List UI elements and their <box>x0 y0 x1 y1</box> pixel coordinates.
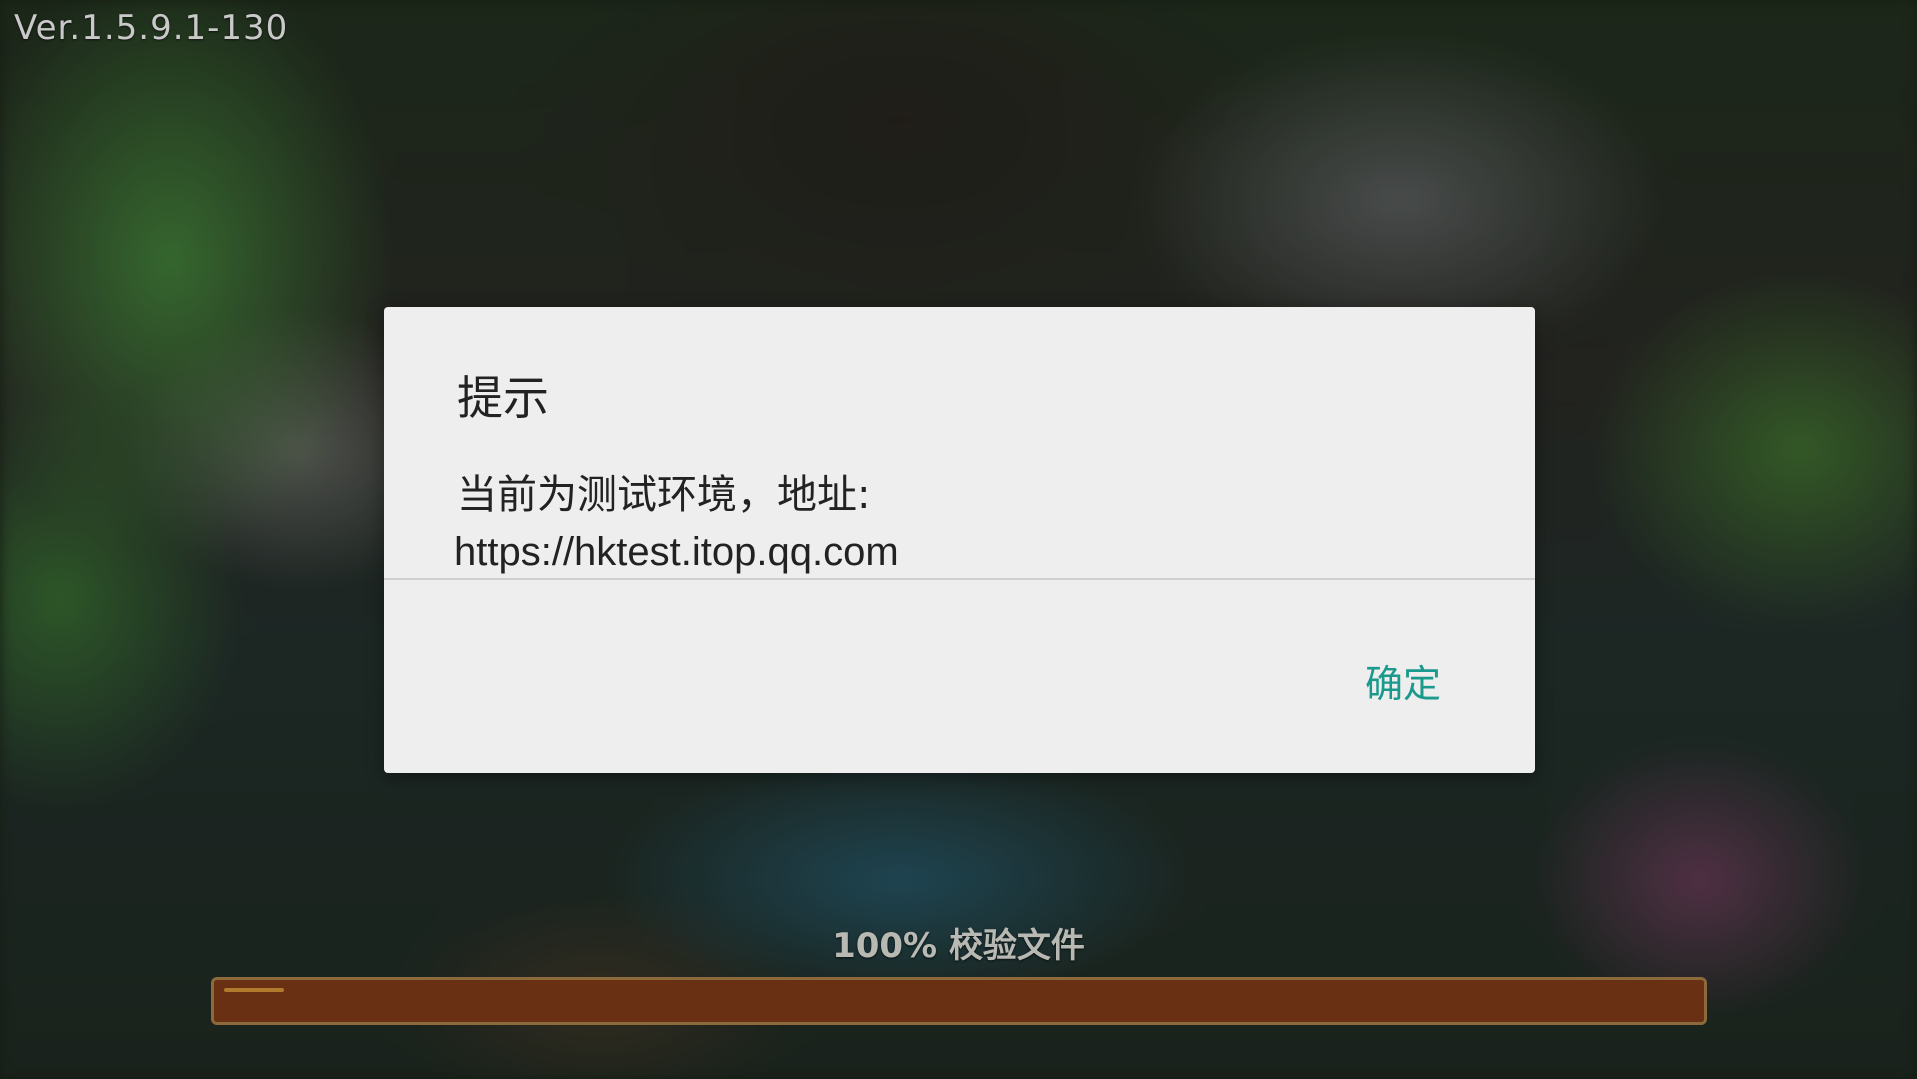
confirm-button[interactable]: 确定 <box>1365 653 1441 708</box>
game-screen: Ver.1.5.9.1-130 100% 校验文件 提示 当前为测试环境，地址:… <box>0 0 1917 1079</box>
dialog-message-url: https://hktest.itop.qq.com <box>454 530 899 574</box>
dialog-message-text: 当前为测试环境，地址: <box>457 472 871 518</box>
loading-progress-bar <box>211 977 1707 1025</box>
dialog-message: 当前为测试环境，地址: https://hktest.itop.qq.com <box>454 467 1464 581</box>
version-label: Ver.1.5.9.1-130 <box>14 8 289 48</box>
progress-highlight <box>224 988 284 992</box>
loading-status-text: 100% 校验文件 <box>832 926 1085 966</box>
alert-dialog: 提示 当前为测试环境，地址: https://hktest.itop.qq.co… <box>384 307 1535 773</box>
dialog-title: 提示 <box>457 371 549 425</box>
loading-progress-fill <box>214 980 1704 1022</box>
dialog-divider <box>384 578 1535 580</box>
